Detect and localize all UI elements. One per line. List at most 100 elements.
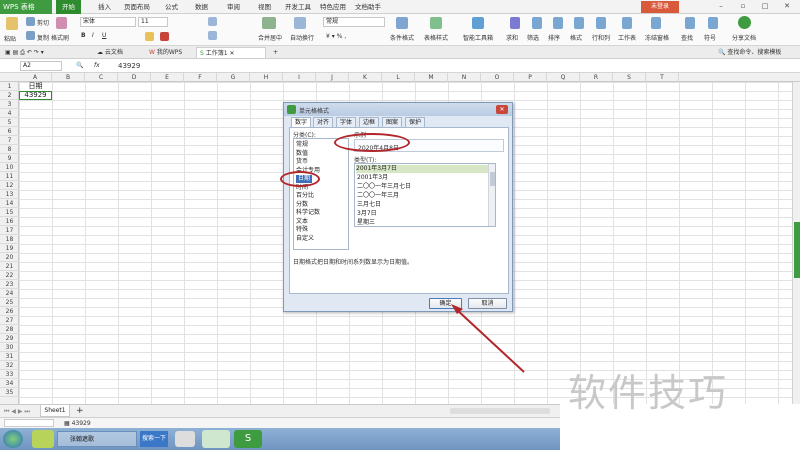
column-header[interactable]: S — [613, 73, 646, 82]
tab-border[interactable]: 边框 — [359, 117, 380, 127]
row-header[interactable]: 17 — [0, 226, 19, 235]
restore-icon[interactable]: ▫ — [736, 1, 750, 12]
tab-workbook1[interactable]: S 工作簿1 ✕ — [196, 47, 266, 58]
maximize-icon[interactable]: □ — [758, 1, 772, 12]
column-header[interactable]: P — [514, 73, 547, 82]
paste-icon[interactable] — [6, 17, 18, 30]
cell-a1[interactable]: 日期 — [19, 82, 52, 91]
row-header[interactable]: 32 — [0, 361, 19, 370]
column-header[interactable]: B — [52, 73, 85, 82]
category-scientific[interactable]: 科学记数 — [296, 209, 320, 217]
merge-center-button[interactable]: 合并居中 — [258, 33, 282, 42]
find-icon[interactable] — [685, 17, 695, 29]
tab-my-wps[interactable]: W 我的WPS — [146, 47, 194, 58]
auto-wrap-button[interactable]: 自动换行 — [290, 33, 314, 42]
table-style-icon[interactable] — [430, 17, 442, 29]
bold-button[interactable]: B — [81, 32, 86, 39]
cond-format-icon[interactable] — [396, 17, 408, 29]
tab-alignment[interactable]: 对齐 — [313, 117, 334, 127]
menu-special[interactable]: 特色应用 — [320, 0, 346, 14]
column-header[interactable]: L — [382, 73, 415, 82]
type-item-4[interactable]: 二〇〇一年三月 — [357, 192, 399, 200]
number-format-select[interactable]: 常规 — [323, 17, 385, 27]
sort-icon[interactable] — [553, 17, 563, 29]
format-painter-icon[interactable] — [56, 17, 67, 29]
filter-button[interactable]: 筛选 — [527, 33, 539, 42]
dialog-close-button[interactable]: ✕ — [496, 105, 508, 114]
scroll-thumb[interactable] — [794, 222, 800, 278]
quick-access-toolbar[interactable]: ▣ ▤ ⎙ ↶ ↷ ▾ — [2, 47, 82, 58]
row-header[interactable]: 29 — [0, 334, 19, 343]
cancel-button[interactable]: 取消 — [468, 298, 507, 309]
row-header[interactable]: 10 — [0, 163, 19, 172]
dialog-titlebar[interactable]: 单元格格式 — [284, 103, 512, 116]
freeze-button[interactable]: 冻结窗格 — [645, 33, 669, 42]
column-header[interactable]: G — [217, 73, 250, 82]
column-header[interactable]: R — [580, 73, 613, 82]
menu-review[interactable]: 审阅 — [227, 0, 240, 14]
row-header[interactable]: 30 — [0, 343, 19, 352]
row-header[interactable]: 6 — [0, 127, 19, 136]
type-list-scroll-thumb[interactable] — [490, 172, 495, 186]
freeze-icon[interactable] — [651, 17, 661, 29]
column-header[interactable]: T — [646, 73, 679, 82]
login-button[interactable]: 未登录 — [641, 1, 679, 13]
row-header[interactable]: 5 — [0, 118, 19, 127]
underline-button[interactable]: U — [102, 32, 106, 39]
add-sheet-button[interactable]: + — [76, 406, 84, 416]
font-color-icon[interactable] — [160, 32, 169, 41]
tab-cloud-docs[interactable]: ☁ 云文档 — [94, 47, 144, 58]
taskbar-wps-icon[interactable]: S — [234, 430, 262, 448]
row-header[interactable]: 7 — [0, 136, 19, 145]
worksheet-button[interactable]: 工作表 — [618, 33, 636, 42]
column-header[interactable]: J — [316, 73, 349, 82]
row-header[interactable]: 26 — [0, 307, 19, 316]
app-menu-button[interactable]: WPS 表格 — [0, 0, 52, 14]
cut-icon[interactable] — [26, 17, 35, 26]
column-header[interactable]: O — [481, 73, 514, 82]
type-item-7[interactable]: 星期三 — [357, 219, 375, 227]
share-button[interactable]: 分享文档 — [732, 33, 756, 42]
find-command-search[interactable]: 🔍 查找命令、搜索模板 — [715, 47, 800, 58]
vertical-scrollbar[interactable] — [792, 82, 800, 404]
tab-pattern[interactable]: 图案 — [382, 117, 403, 127]
menu-developer[interactable]: 开发工具 — [285, 0, 311, 14]
smart-toolbox-icon[interactable] — [472, 17, 484, 29]
row-header[interactable]: 34 — [0, 379, 19, 388]
row-header[interactable]: 14 — [0, 199, 19, 208]
row-col-button[interactable]: 行和列 — [592, 33, 610, 42]
row-header[interactable]: 16 — [0, 217, 19, 226]
column-header[interactable]: N — [448, 73, 481, 82]
paste-label[interactable]: 粘贴 — [4, 34, 16, 43]
menu-doc-assistant[interactable]: 文档助手 — [355, 0, 381, 14]
menu-formulas[interactable]: 公式 — [165, 0, 178, 14]
menu-home[interactable]: 开始 — [56, 0, 81, 14]
name-box[interactable]: A2 — [20, 61, 62, 71]
menu-page-layout[interactable]: 页面布局 — [124, 0, 150, 14]
row-header[interactable]: 4 — [0, 109, 19, 118]
taskbar-tool-icon[interactable] — [175, 431, 195, 447]
tab-protection[interactable]: 保护 — [405, 117, 426, 127]
minimize-icon[interactable]: – — [714, 1, 728, 12]
menu-insert[interactable]: 插入 — [98, 0, 111, 14]
category-number[interactable]: 数值 — [296, 150, 308, 158]
tab-font[interactable]: 字体 — [336, 117, 357, 127]
cut-button[interactable]: 剪切 — [37, 18, 49, 27]
sheet-tab-sheet1[interactable]: Sheet1 — [40, 405, 70, 417]
type-item-6[interactable]: 3月7日 — [357, 210, 377, 218]
row-header[interactable]: 35 — [0, 388, 19, 397]
column-header[interactable]: Q — [547, 73, 580, 82]
horizontal-scrollbar[interactable] — [450, 408, 550, 414]
new-tab-button[interactable]: + — [270, 47, 284, 58]
column-header[interactable]: D — [118, 73, 151, 82]
auto-wrap-icon[interactable] — [294, 17, 306, 29]
row-header[interactable]: 22 — [0, 271, 19, 280]
fx-button[interactable]: fx — [94, 62, 100, 69]
format-painter-button[interactable]: 格式刷 — [51, 33, 69, 42]
row-header[interactable]: 8 — [0, 145, 19, 154]
find-button[interactable]: 查找 — [681, 33, 693, 42]
cond-format-button[interactable]: 条件格式 — [390, 33, 414, 42]
row-header[interactable]: 2 — [0, 91, 19, 100]
column-header[interactable]: E — [151, 73, 184, 82]
row-header[interactable]: 1 — [0, 82, 19, 91]
